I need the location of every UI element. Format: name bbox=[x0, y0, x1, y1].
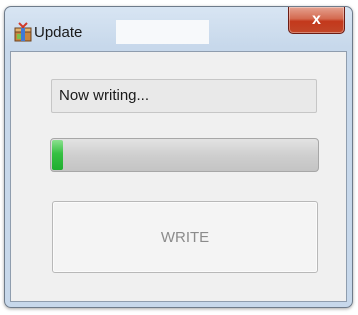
window-title: Update bbox=[34, 24, 83, 41]
write-button-label: WRITE bbox=[160, 228, 210, 246]
progress-fill bbox=[52, 140, 64, 170]
package-icon bbox=[14, 22, 32, 42]
title-bar[interactable]: Update x bbox=[5, 7, 352, 51]
progress-bar bbox=[50, 138, 319, 172]
update-dialog: Update x Now writing... WRITE bbox=[4, 6, 353, 308]
close-icon: x bbox=[312, 11, 321, 28]
write-button[interactable]: WRITE bbox=[52, 201, 318, 273]
dialog-body: Now writing... WRITE bbox=[10, 51, 347, 302]
close-button[interactable]: x bbox=[288, 7, 345, 34]
title-blank-area bbox=[116, 20, 209, 44]
status-text-field: Now writing... bbox=[51, 79, 317, 113]
